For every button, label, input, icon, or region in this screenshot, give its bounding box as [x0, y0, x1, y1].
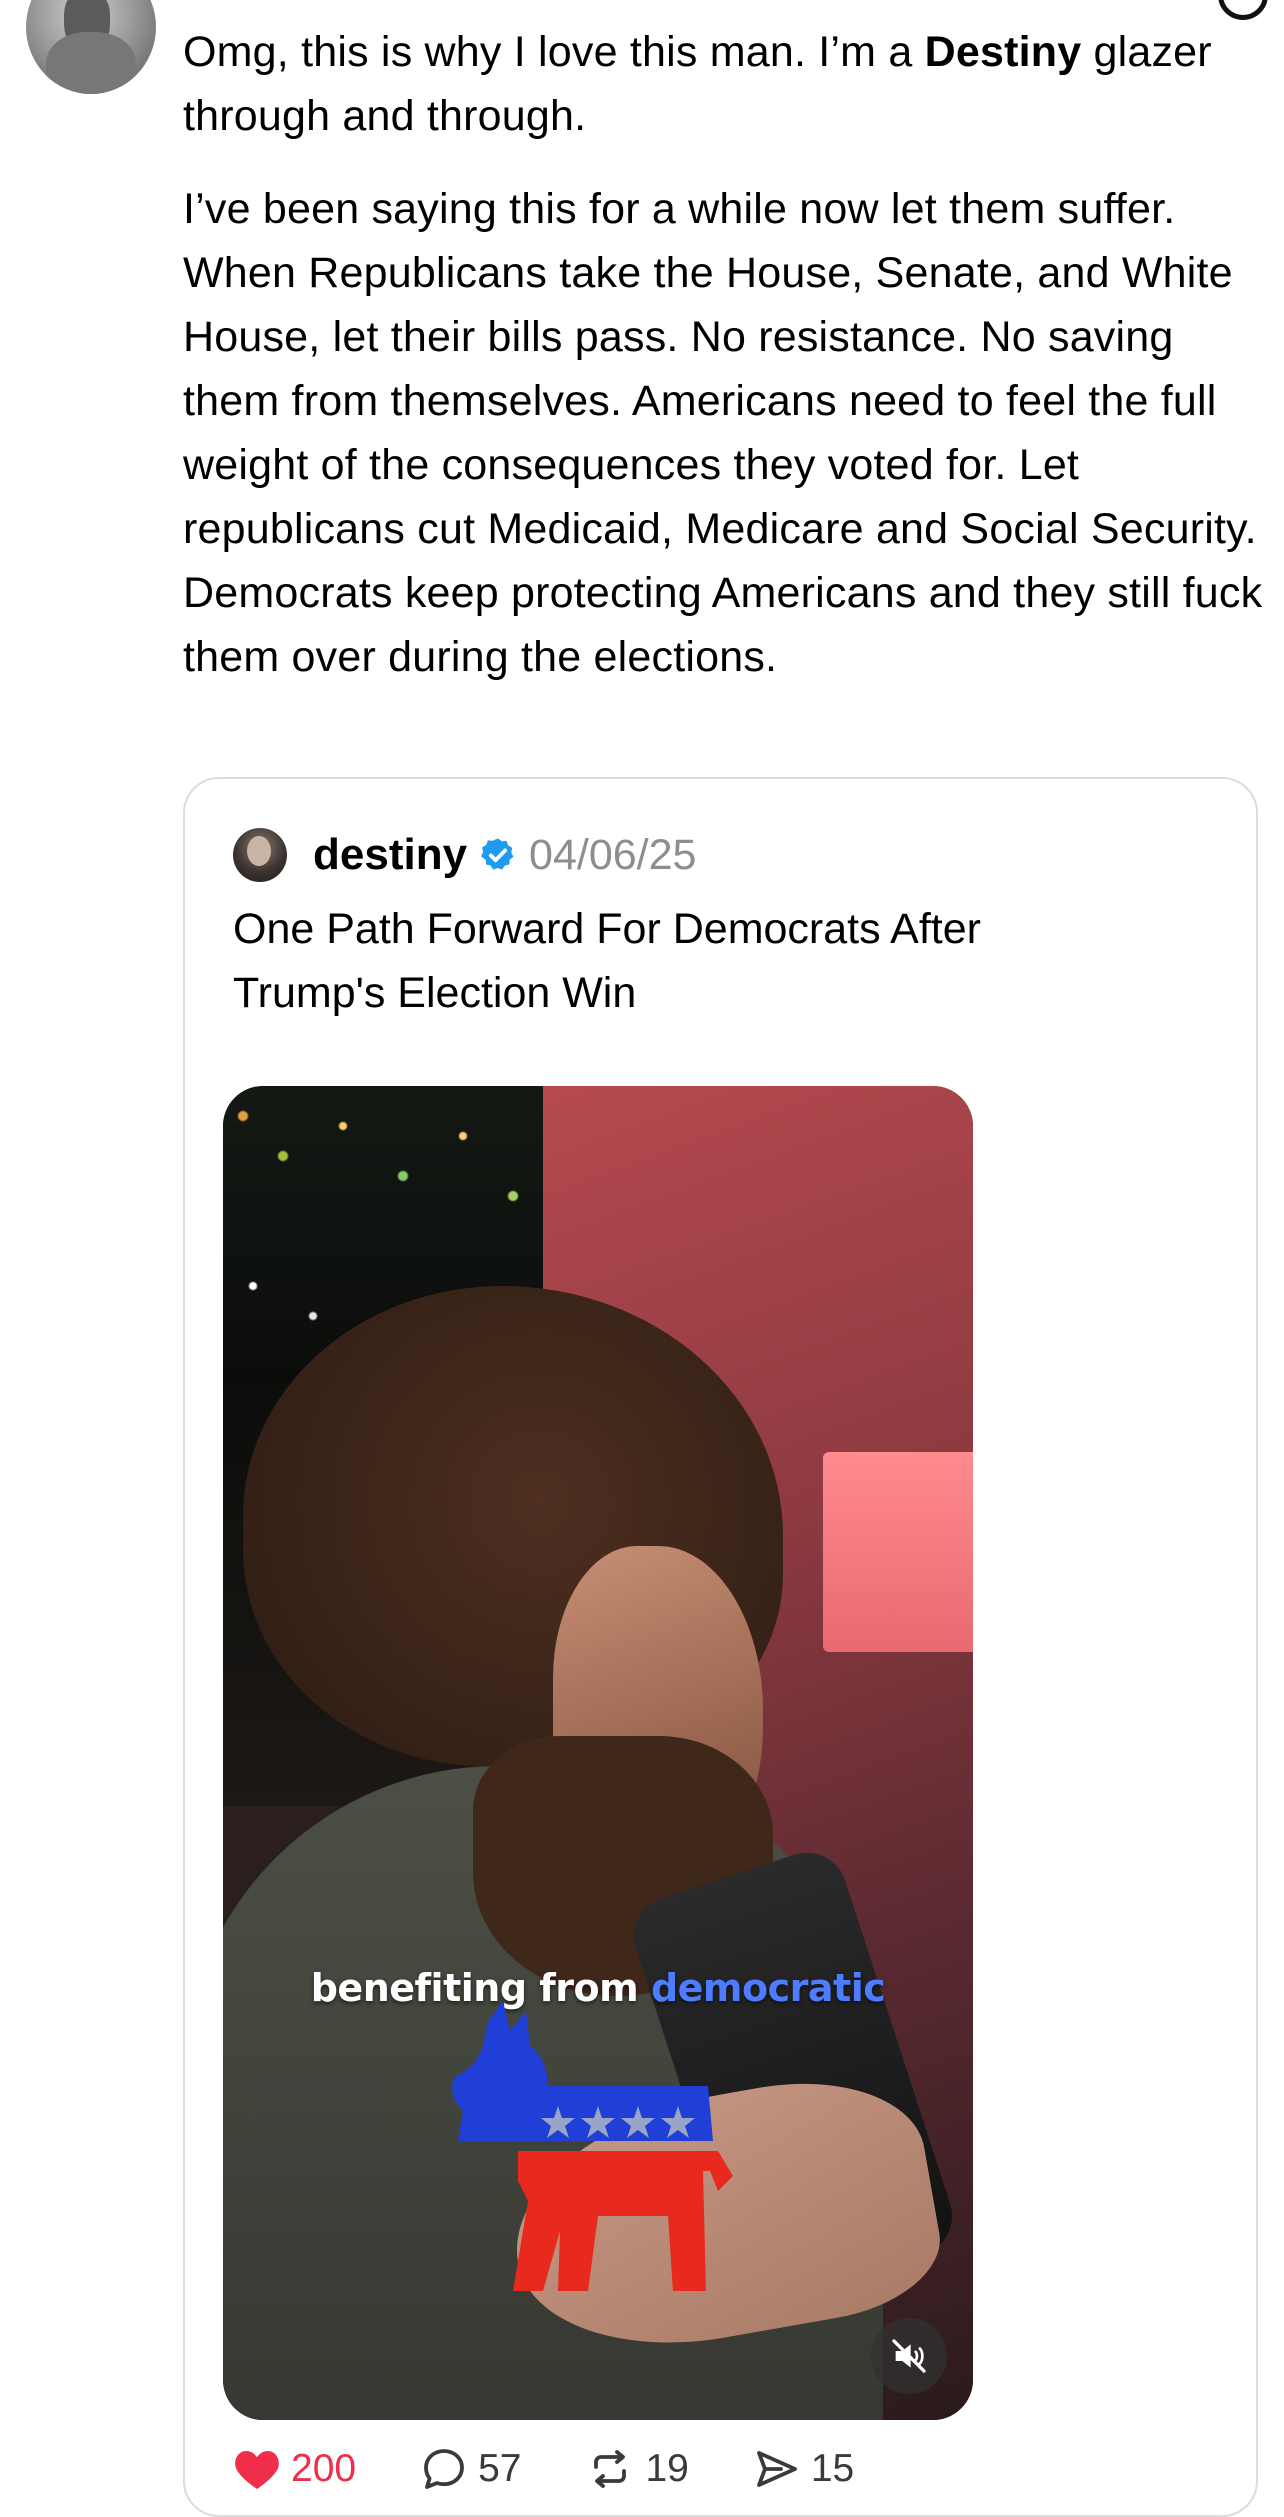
post-paragraph-1-bold: Destiny — [924, 28, 1082, 76]
reply-count: 57 — [478, 2447, 522, 2490]
quoted-author-name[interactable]: destiny — [313, 830, 467, 880]
paper-plane-icon — [756, 2451, 797, 2487]
heart-icon — [235, 2451, 279, 2489]
post-body: Omg, this is why I love this man. I’m a … — [183, 20, 1263, 689]
action-bar: 200 57 19 15 — [233, 2439, 918, 2499]
share-count: 15 — [810, 2447, 855, 2490]
post-paragraph-2: I’ve been saying this for a while now le… — [183, 185, 1263, 681]
video-player[interactable]: benefiting from democratic — [223, 1086, 973, 2420]
mute-toggle-button[interactable] — [871, 2318, 947, 2394]
reply-button[interactable]: 57 — [420, 2445, 521, 2493]
like-count: 200 — [291, 2447, 357, 2490]
cropped-header-row — [183, 0, 743, 2]
democratic-donkey-logo — [452, 2001, 733, 2291]
quoted-post-text: One Path Forward For Democrats After Tru… — [233, 905, 981, 1017]
avatar-body — [46, 32, 136, 94]
quoted-author-avatar[interactable] — [233, 828, 287, 882]
speech-bubble-icon — [424, 2449, 464, 2489]
quoted-post-card[interactable]: destiny 04/06/25 One Path Forward For De… — [183, 777, 1258, 2517]
post-paragraph-1-start: Omg, this is why I love this man. I’m a — [183, 28, 925, 76]
verified-badge-icon — [481, 838, 514, 870]
repost-button[interactable]: 19 — [585, 2445, 689, 2493]
quoted-post-date: 04/06/25 — [529, 830, 697, 879]
repost-icon — [594, 2450, 627, 2488]
more-options-icon[interactable] — [1218, 0, 1268, 20]
repost-count: 19 — [645, 2447, 689, 2490]
like-button[interactable]: 200 — [233, 2447, 356, 2491]
author-avatar[interactable] — [26, 0, 156, 94]
quoted-post-header: destiny 04/06/25 — [233, 825, 696, 885]
video-lamp — [823, 1452, 973, 1652]
post-paragraph-1: Omg, this is why I love this man. I’m a … — [183, 20, 1263, 148]
speaker-muted-icon — [892, 2339, 926, 2373]
share-button[interactable]: 15 — [753, 2445, 854, 2493]
